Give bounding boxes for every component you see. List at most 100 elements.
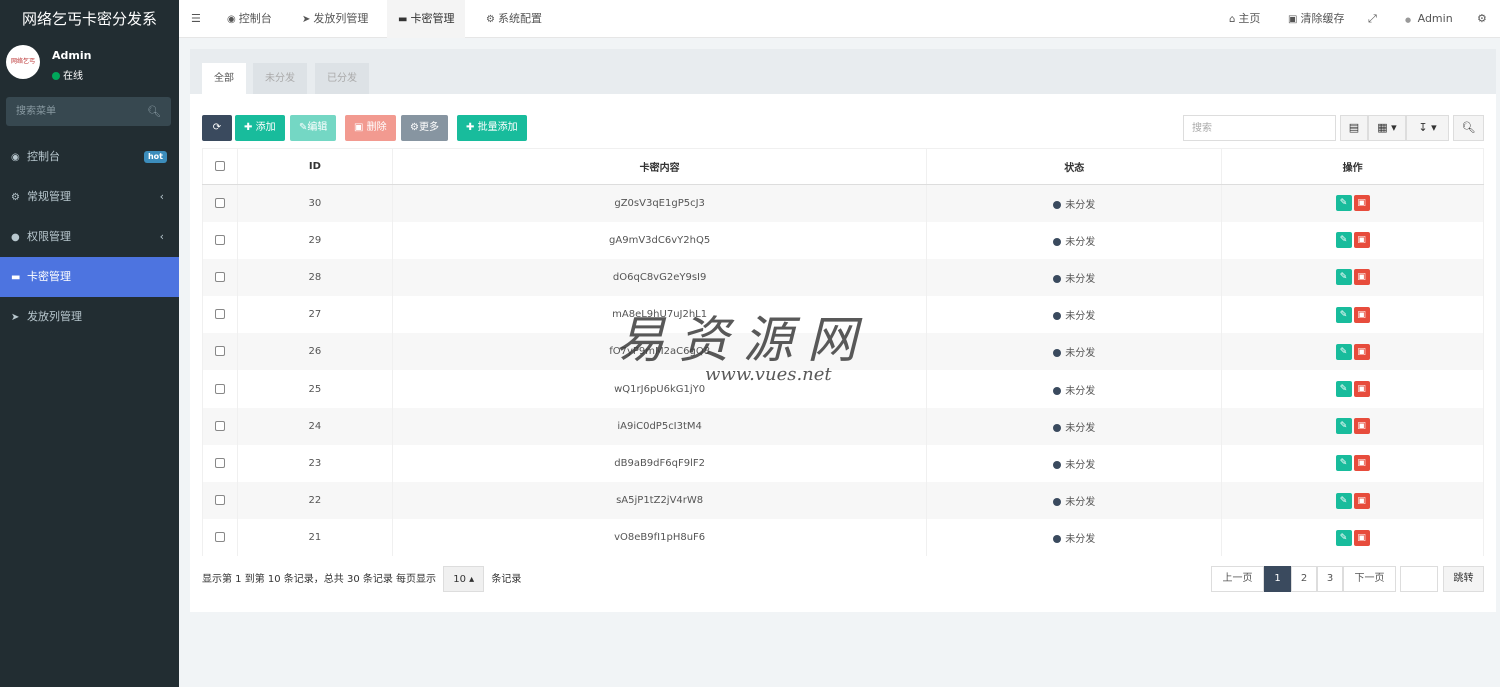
columns-button[interactable]: ▦ ▾	[1368, 115, 1406, 141]
refresh-button[interactable]: ⟳	[202, 115, 232, 141]
row-edit-button[interactable]: ✎	[1335, 529, 1352, 546]
select-all-checkbox[interactable]	[214, 161, 225, 171]
header-id[interactable]: ID	[236, 148, 393, 185]
fullscreen-icon[interactable]: ⤢	[1368, 0, 1377, 38]
row-delete-button[interactable]: ▣	[1353, 455, 1370, 472]
tab-dashboard[interactable]: ◉ 控制台	[227, 0, 272, 38]
status-dot-icon	[1053, 200, 1062, 209]
row-checkbox[interactable]	[214, 420, 225, 431]
sidebar-item-general[interactable]: ⚙ 常规管理 ‹	[0, 177, 179, 217]
page-3-button[interactable]: 3	[1317, 566, 1343, 592]
status-text: 未分发	[1065, 311, 1096, 323]
tab-settings[interactable]: ⚙ 系统配置	[486, 0, 542, 38]
goto-page-input[interactable]	[1400, 566, 1438, 592]
advanced-search-button[interactable]: 🔍︎	[1453, 115, 1484, 141]
admin-menu[interactable]: ● Admin	[1405, 0, 1453, 38]
row-edit-button[interactable]: ✎	[1335, 381, 1352, 398]
tab-undistributed[interactable]: 未分发	[253, 63, 307, 94]
tab-distributed[interactable]: 已分发	[315, 63, 369, 94]
row-delete-button[interactable]: ▣	[1353, 269, 1370, 286]
next-page-button[interactable]: 下一页	[1343, 566, 1396, 592]
page-size-select[interactable]: 10 ▴	[443, 566, 485, 592]
row-delete-button[interactable]: ▣	[1353, 195, 1370, 212]
row-edit-button[interactable]: ✎	[1335, 418, 1352, 435]
row-checkbox[interactable]	[214, 495, 225, 506]
row-delete-button[interactable]: ▣	[1353, 232, 1370, 249]
status-text: 未分发	[1065, 459, 1096, 471]
row-edit-button[interactable]: ✎	[1335, 306, 1352, 323]
sidebar-search-input[interactable]	[6, 97, 146, 126]
row-edit-button[interactable]: ✎	[1335, 195, 1352, 212]
page-2-button[interactable]: 2	[1291, 566, 1317, 592]
row-delete-button[interactable]: ▣	[1353, 418, 1370, 435]
prev-page-button[interactable]: 上一页	[1211, 566, 1264, 592]
row-edit-button[interactable]: ✎	[1335, 269, 1352, 286]
tab-cards[interactable]: ▬ 卡密管理	[387, 0, 466, 38]
row-checkbox[interactable]	[214, 457, 225, 468]
row-delete-button[interactable]: ▣	[1353, 381, 1370, 398]
row-delete-button[interactable]: ▣	[1353, 306, 1370, 323]
delete-button[interactable]: ▣ 删除	[345, 115, 396, 141]
row-edit-button[interactable]: ✎	[1335, 343, 1352, 360]
row-checkbox[interactable]	[214, 234, 225, 245]
table-row[interactable]: 28 dO6qC8vG2eY9sI9 未分发 ✎ ▣	[202, 258, 1484, 297]
edit-button[interactable]: ✎编辑	[290, 115, 337, 141]
sidebar-item-label: 权限管理	[27, 230, 71, 243]
status-dot-icon	[1053, 237, 1062, 246]
row-checkbox[interactable]	[214, 532, 225, 543]
table-row[interactable]: 29 gA9mV3dC6vY2hQ5 未分发 ✎ ▣	[202, 221, 1484, 259]
row-edit-button[interactable]: ✎	[1335, 492, 1352, 509]
add-button[interactable]: ✚ 添加	[235, 115, 285, 141]
row-checkbox[interactable]	[214, 197, 225, 208]
row-delete-button[interactable]: ▣	[1353, 529, 1370, 546]
tab-distribution[interactable]: ➤ 发放列管理	[302, 0, 368, 38]
table-row[interactable]: 26 fO7yP9mM2aC6gQ8 未分发 ✎ ▣	[202, 333, 1484, 371]
table-row[interactable]: 25 wQ1rJ6pU6kG1jY0 未分发 ✎ ▣	[202, 370, 1484, 408]
export-button[interactable]: ↧ ▾	[1406, 115, 1449, 141]
sidebar-item-auth[interactable]: ● 权限管理 ‹	[0, 217, 179, 257]
batch-add-button[interactable]: ✚ 批量添加	[457, 115, 527, 141]
pencil-icon: ✎	[1339, 346, 1348, 357]
table-row[interactable]: 23 dB9aB9dF6qF9lF2 未分发 ✎ ▣	[202, 444, 1484, 482]
table-row[interactable]: 22 sA5jP1tZ2jV4rW8 未分发 ✎ ▣	[202, 482, 1484, 520]
row-checkbox[interactable]	[214, 309, 225, 320]
page-1-button[interactable]: 1	[1264, 566, 1291, 592]
row-checkbox[interactable]	[214, 383, 225, 394]
paper-plane-icon: ➤	[11, 312, 20, 323]
table-row[interactable]: 30 gZ0sV3qE1gP5cJ3 未分发 ✎ ▣	[202, 184, 1484, 222]
trash-icon: ▣	[1357, 272, 1366, 283]
sidebar-item-cards[interactable]: ▬ 卡密管理	[0, 257, 179, 297]
trash-icon: ▣	[1357, 384, 1366, 395]
row-edit-button[interactable]: ✎	[1335, 232, 1352, 249]
status-text: 未分发	[1065, 422, 1096, 434]
table-row[interactable]: 27 mA8eL9hU7uJ2hL1 未分发 ✎ ▣	[202, 296, 1484, 334]
search-icon: 🔍︎	[1461, 121, 1476, 134]
home-link[interactable]: ⌂ 主页	[1229, 0, 1260, 38]
table-search-input[interactable]	[1183, 115, 1336, 141]
settings-gear-icon[interactable]: ⚙	[1477, 0, 1487, 38]
trash-icon: ▣	[1357, 495, 1366, 506]
header-content[interactable]: 卡密内容	[391, 148, 928, 185]
toggle-view-button[interactable]: ▤	[1340, 115, 1368, 141]
row-select-cell	[202, 221, 238, 259]
row-checkbox[interactable]	[214, 271, 225, 282]
clear-cache-button[interactable]: ▣ 清除缓存	[1288, 0, 1344, 38]
sidebar-item-distribution[interactable]: ➤ 发放列管理	[0, 297, 179, 337]
row-delete-button[interactable]: ▣	[1353, 492, 1370, 509]
pencil-icon: ✎	[1339, 384, 1348, 395]
app-title[interactable]: 网络乞丐卡密分发系	[0, 0, 179, 38]
table-row[interactable]: 24 iA9iC0dP5cI3tM4 未分发 ✎ ▣	[202, 407, 1484, 445]
tab-all[interactable]: 全部	[202, 63, 246, 94]
header-status[interactable]: 状态	[926, 148, 1223, 185]
table-row[interactable]: 21 vO8eB9fI1pH8uF6 未分发 ✎ ▣	[202, 519, 1484, 557]
row-edit-button[interactable]: ✎	[1335, 455, 1352, 472]
goto-page-button[interactable]: 跳转	[1443, 566, 1484, 592]
sidebar-item-dashboard[interactable]: ◉ 控制台 hot	[0, 137, 179, 177]
row-delete-button[interactable]: ▣	[1353, 343, 1370, 360]
menu-toggle-icon[interactable]: ☰	[191, 0, 201, 38]
cell-content: fO7yP9mM2aC6gQ8	[391, 333, 928, 371]
search-icon[interactable]: 🔍︎	[147, 105, 161, 118]
more-button[interactable]: ⚙更多	[401, 115, 448, 141]
row-checkbox[interactable]	[214, 346, 225, 357]
tab-label: 控制台	[238, 12, 272, 25]
